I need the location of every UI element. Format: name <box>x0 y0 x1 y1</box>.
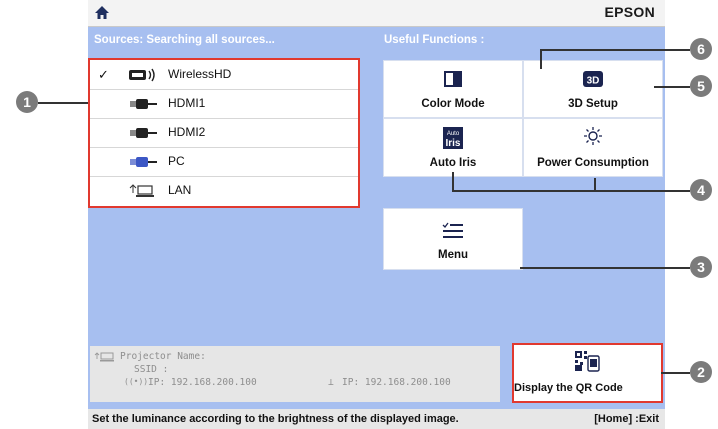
callout-line-5 <box>654 86 690 88</box>
callout-badge-2: 2 <box>690 361 712 383</box>
auto-iris-button[interactable]: Auto Iris Auto Iris <box>383 118 523 177</box>
wirelesshd-icon <box>129 68 155 82</box>
source-item-lan[interactable]: LAN <box>90 176 358 205</box>
callout-badge-5: 5 <box>690 75 712 97</box>
hdmi-icon <box>130 99 157 109</box>
pc-icon <box>130 157 157 167</box>
projector-home-screen: EPSON Sources: Searching all sources... … <box>88 0 665 429</box>
callout-line-3 <box>520 267 690 269</box>
hdmi-icon <box>130 128 157 138</box>
status-bar: Set the luminance according to the brigh… <box>88 409 665 429</box>
callout-line-4-right <box>594 178 596 192</box>
color-mode-icon <box>444 71 462 87</box>
wireless-ip-address: IP: 192.168.200.100 <box>148 377 257 388</box>
power-consumption-button[interactable]: Power Consumption <box>523 118 663 177</box>
source-item-pc[interactable]: PC <box>90 147 358 177</box>
useful-functions-title: Useful Functions : <box>384 34 485 46</box>
qr-code-icon <box>575 351 600 372</box>
source-label: PC <box>168 154 185 168</box>
callout-line-6-drop <box>540 49 542 69</box>
callout-badge-4: 4 <box>690 179 712 201</box>
network-info-panel: Projector Name: SSID : ((•)) IP: 192.168… <box>90 346 500 402</box>
callout-line-4-left <box>452 172 454 192</box>
source-item-hdmi2[interactable]: HDMI2 <box>90 118 358 148</box>
tile-label: Color Mode <box>421 98 485 110</box>
svg-text:3D: 3D <box>587 76 600 87</box>
source-label: HDMI1 <box>168 96 206 110</box>
source-label: WirelessHD <box>168 67 232 81</box>
tile-label: Menu <box>437 249 469 261</box>
callout-line-1 <box>38 102 88 104</box>
source-label: HDMI2 <box>168 125 206 139</box>
exit-hint: [Home] :Exit <box>594 413 659 425</box>
check-icon: ✓ <box>98 67 109 82</box>
callout-badge-3: 3 <box>690 256 712 278</box>
home-icon[interactable] <box>94 5 110 21</box>
wired-ip-address: IP: 192.168.200.100 <box>342 377 451 388</box>
power-consumption-icon <box>584 127 602 145</box>
lan-icon <box>94 352 114 362</box>
wireless-signal-icon: ((•)) <box>124 377 149 386</box>
tile-label: Power Consumption <box>537 157 649 169</box>
top-bar: EPSON <box>88 0 665 27</box>
auto-iris-icon-text-bottom: Iris <box>445 138 460 149</box>
source-item-wirelesshd[interactable]: ✓ WirelessHD <box>90 60 358 90</box>
tile-label: Display the QR Code <box>514 382 623 394</box>
callout-line-2 <box>661 372 690 374</box>
source-item-hdmi1[interactable]: HDMI1 <box>90 89 358 119</box>
source-label: LAN <box>168 183 192 197</box>
tile-label: 3D Setup <box>568 98 618 110</box>
menu-icon <box>442 222 463 238</box>
color-mode-button[interactable]: Color Mode <box>383 60 523 118</box>
display-qr-code-button[interactable]: Display the QR Code <box>512 343 663 403</box>
callout-badge-6: 6 <box>690 38 712 60</box>
3d-icon: 3D <box>583 71 603 87</box>
wired-network-icon: ⊥ <box>328 377 334 388</box>
tile-label: Auto Iris <box>429 157 477 169</box>
projector-name-label: Projector Name: <box>120 351 206 362</box>
ssid-label: SSID : <box>134 364 169 375</box>
lan-icon <box>129 184 154 197</box>
auto-iris-icon-text-top: Auto <box>447 131 460 137</box>
callout-badge-1: 1 <box>16 91 38 113</box>
status-message: Set the luminance according to the brigh… <box>92 413 459 425</box>
3d-setup-button[interactable]: 3D 3D Setup <box>523 60 663 118</box>
brand-logo: EPSON <box>604 4 655 20</box>
callout-line-6 <box>540 49 690 51</box>
menu-button[interactable]: Menu <box>383 208 523 270</box>
auto-iris-icon: Auto Iris <box>443 127 463 149</box>
sources-title: Sources: Searching all sources... <box>94 34 275 46</box>
callout-line-4 <box>452 190 690 192</box>
sources-list: ✓ WirelessHD HDMI1 HDMI2 PC LAN <box>88 58 360 208</box>
